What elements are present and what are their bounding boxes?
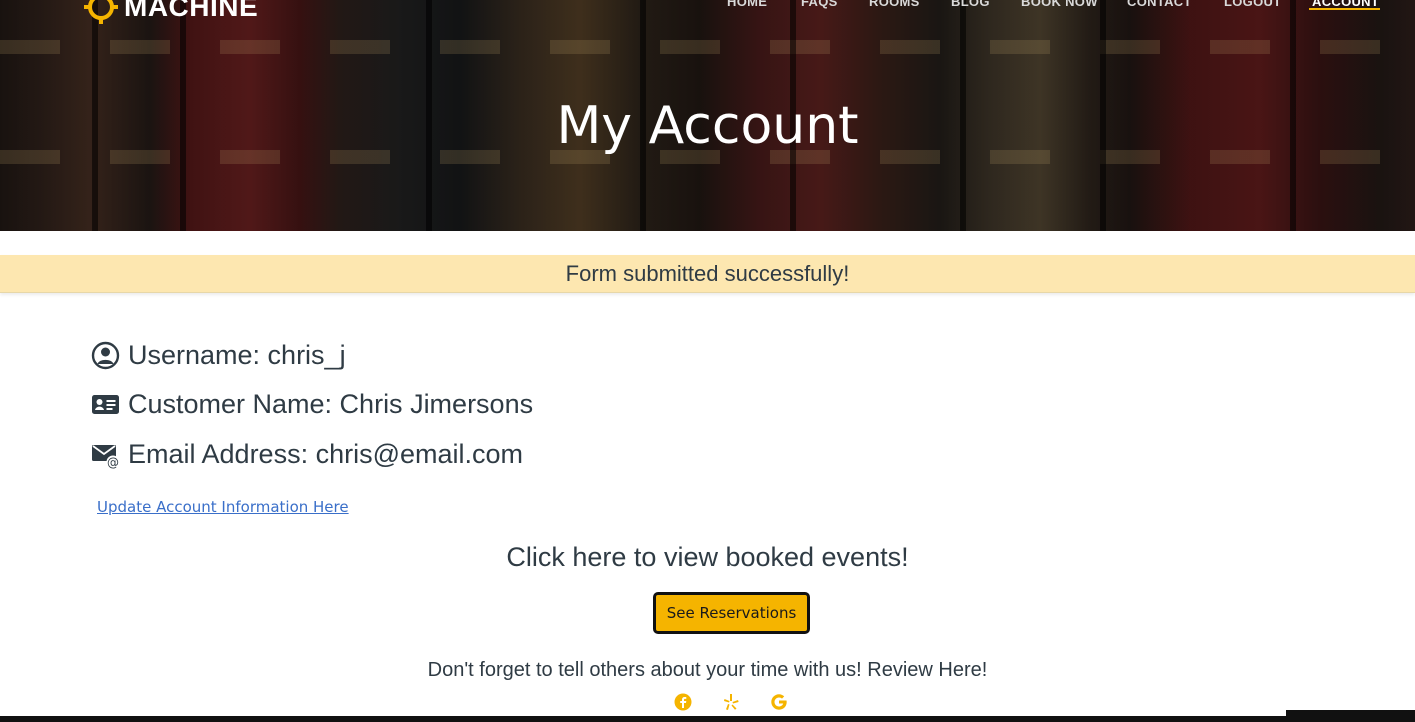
google-icon[interactable]	[769, 692, 789, 712]
main-nav: HOME FAQS ROOMS BLOG BOOK NOW CONTACT LO…	[0, 0, 1415, 24]
nav-item-faqs[interactable]: FAQS	[801, 0, 838, 9]
nav-item-home[interactable]: HOME	[727, 0, 767, 9]
booked-events-heading: Click here to view booked events!	[506, 542, 909, 572]
nav-item-rooms[interactable]: ROOMS	[869, 0, 920, 9]
review-prompt: Don't forget to tell others about your t…	[427, 659, 988, 681]
success-alert: Form submitted successfully!	[0, 255, 1415, 293]
envelope-at-icon: @	[92, 445, 120, 470]
user-circle-icon	[91, 341, 120, 370]
nav-item-book-now[interactable]: BOOK NOW	[1021, 0, 1098, 9]
email-text: Email Address: chris@email.com	[128, 439, 524, 469]
update-account-link[interactable]: Update Account Information Here	[97, 498, 349, 516]
hero-banner: MACHINE HOME FAQS ROOMS BLOG BOOK NOW CO…	[0, 0, 1415, 231]
nav-item-logout[interactable]: LOGOUT	[1224, 0, 1281, 9]
username-text: Username: chris_j	[128, 340, 346, 370]
review-links	[673, 692, 789, 712]
email-row: @ Email Address: chris@email.com	[91, 439, 523, 470]
nav-item-contact[interactable]: CONTACT	[1127, 0, 1192, 9]
alert-message: Form submitted successfully!	[565, 260, 850, 286]
customer-name-text: Customer Name: Chris Jimersons	[128, 389, 534, 419]
nav-active-underline	[1309, 8, 1380, 10]
see-reservations-button[interactable]: See Reservations	[653, 592, 810, 634]
hero-decor-band	[0, 40, 1415, 54]
bottom-edge	[0, 716, 1415, 722]
svg-text:@: @	[107, 456, 119, 470]
page-title: My Account	[556, 96, 859, 156]
customer-name-row: Customer Name: Chris Jimersons	[91, 389, 533, 420]
facebook-icon[interactable]	[673, 692, 693, 712]
yelp-icon[interactable]	[721, 692, 741, 712]
bottom-corner-block	[1286, 710, 1415, 722]
id-card-icon	[92, 395, 119, 414]
nav-item-blog[interactable]: BLOG	[951, 0, 990, 9]
username-row: Username: chris_j	[91, 340, 346, 371]
